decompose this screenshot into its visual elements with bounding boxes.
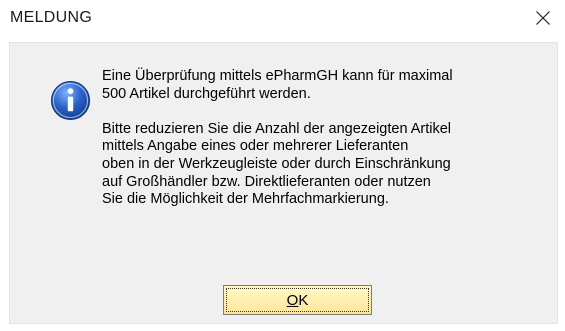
close-icon [536,11,550,25]
dialog-content: Eine Überprüfung mittels ePharmGH kann f… [9,42,558,324]
message-paragraph-1: Eine Überprüfung mittels ePharmGH kann f… [102,68,453,102]
information-icon [50,80,91,121]
close-button[interactable] [521,0,565,36]
dialog-title: MELDUNG [10,9,93,26]
title-bar: MELDUNG [0,0,565,36]
message-text: Eine Überprüfung mittels ePharmGH kann f… [102,68,542,209]
ok-mnemonic: O [286,291,299,309]
ok-button-label: OK [287,292,309,309]
ok-button[interactable]: OK [223,285,372,315]
ok-label-rest: K [298,291,309,309]
message-dialog: MELDUNG Eine Überprüfung mittels ePharmG… [0,0,565,331]
message-paragraph-2: Bitte reduzieren Sie die Anzahl der ange… [102,120,452,208]
